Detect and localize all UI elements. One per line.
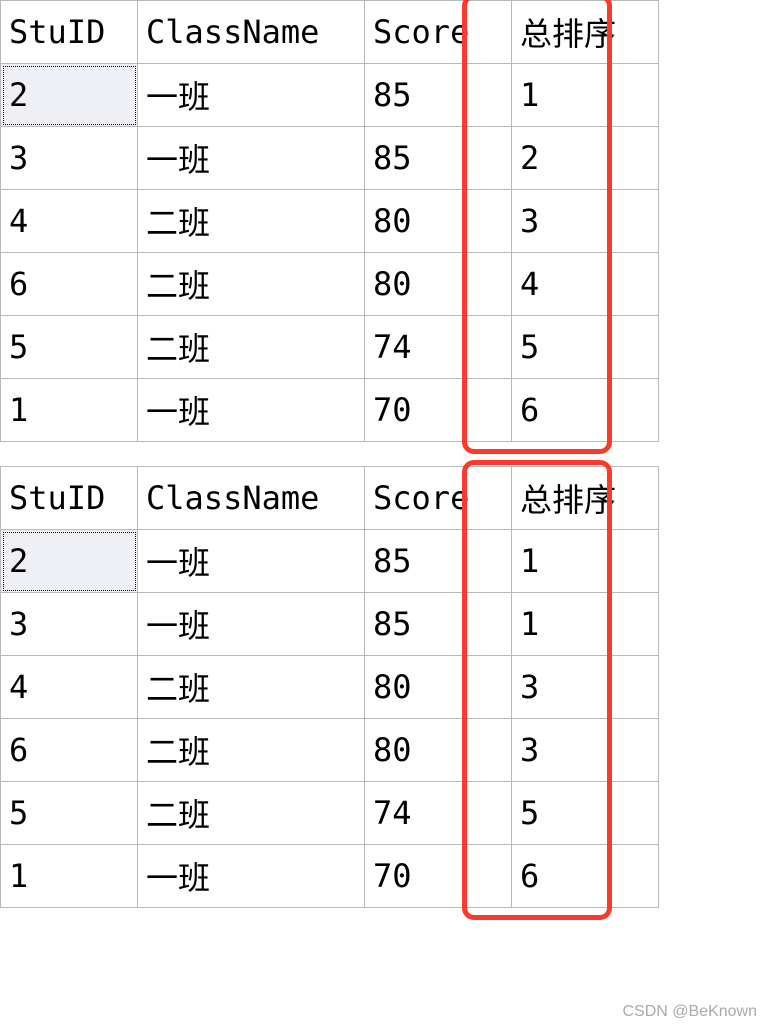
cell-stuid[interactable]: 6 [1, 253, 138, 316]
table-row: 5 二班 74 5 [1, 316, 659, 379]
cell-stuid[interactable]: 3 [1, 127, 138, 190]
cell-score[interactable]: 85 [365, 530, 512, 593]
table-row: 6 二班 80 4 [1, 253, 659, 316]
cell-stuid[interactable]: 4 [1, 656, 138, 719]
header-classname[interactable]: ClassName [138, 467, 365, 530]
cell-score[interactable]: 70 [365, 845, 512, 908]
cell-rank[interactable]: 1 [512, 530, 659, 593]
cell-classname[interactable]: 二班 [138, 656, 365, 719]
cell-classname[interactable]: 一班 [138, 127, 365, 190]
cell-rank[interactable]: 5 [512, 782, 659, 845]
table-row: 4 二班 80 3 [1, 656, 659, 719]
table-row: 5 二班 74 5 [1, 782, 659, 845]
cell-classname[interactable]: 一班 [138, 64, 365, 127]
cell-classname[interactable]: 二班 [138, 719, 365, 782]
cell-rank[interactable]: 1 [512, 593, 659, 656]
table-row: 2 一班 85 1 [1, 64, 659, 127]
cell-stuid[interactable]: 1 [1, 379, 138, 442]
table-row: 4 二班 80 3 [1, 190, 659, 253]
cell-stuid[interactable]: 2 [1, 64, 138, 127]
table-1[interactable]: StuID ClassName Score 总排序 2 一班 85 1 3 一班… [0, 0, 659, 442]
table-2[interactable]: StuID ClassName Score 总排序 2 一班 85 1 3 一班… [0, 466, 659, 908]
cell-score[interactable]: 74 [365, 782, 512, 845]
header-score[interactable]: Score [365, 467, 512, 530]
header-stuid[interactable]: StuID [1, 1, 138, 64]
cell-rank[interactable]: 3 [512, 656, 659, 719]
header-rank[interactable]: 总排序 [512, 1, 659, 64]
cell-stuid[interactable]: 2 [1, 530, 138, 593]
cell-stuid[interactable]: 3 [1, 593, 138, 656]
cell-score[interactable]: 70 [365, 379, 512, 442]
cell-rank[interactable]: 6 [512, 379, 659, 442]
header-stuid[interactable]: StuID [1, 467, 138, 530]
table-row: 1 一班 70 6 [1, 379, 659, 442]
header-classname[interactable]: ClassName [138, 1, 365, 64]
cell-stuid[interactable]: 5 [1, 316, 138, 379]
cell-score[interactable]: 85 [365, 593, 512, 656]
table-row: 3 一班 85 1 [1, 593, 659, 656]
cell-stuid[interactable]: 4 [1, 190, 138, 253]
cell-score[interactable]: 80 [365, 253, 512, 316]
cell-score[interactable]: 85 [365, 64, 512, 127]
cell-classname[interactable]: 二班 [138, 190, 365, 253]
cell-score[interactable]: 80 [365, 719, 512, 782]
cell-rank[interactable]: 4 [512, 253, 659, 316]
cell-rank[interactable]: 5 [512, 316, 659, 379]
table-row: 6 二班 80 3 [1, 719, 659, 782]
table-row: 1 一班 70 6 [1, 845, 659, 908]
cell-score[interactable]: 74 [365, 316, 512, 379]
cell-rank[interactable]: 6 [512, 845, 659, 908]
table-row: 3 一班 85 2 [1, 127, 659, 190]
cell-stuid[interactable]: 5 [1, 782, 138, 845]
cell-classname[interactable]: 二班 [138, 253, 365, 316]
result-grid-1: StuID ClassName Score 总排序 2 一班 85 1 3 一班… [0, 0, 771, 442]
cell-stuid[interactable]: 6 [1, 719, 138, 782]
cell-classname[interactable]: 一班 [138, 530, 365, 593]
cell-rank[interactable]: 2 [512, 127, 659, 190]
cell-classname[interactable]: 一班 [138, 593, 365, 656]
cell-rank[interactable]: 3 [512, 190, 659, 253]
cell-classname[interactable]: 一班 [138, 845, 365, 908]
cell-stuid[interactable]: 1 [1, 845, 138, 908]
header-rank[interactable]: 总排序 [512, 467, 659, 530]
header-score[interactable]: Score [365, 1, 512, 64]
table-row: 2 一班 85 1 [1, 530, 659, 593]
cell-score[interactable]: 80 [365, 656, 512, 719]
cell-rank[interactable]: 3 [512, 719, 659, 782]
header-row: StuID ClassName Score 总排序 [1, 467, 659, 530]
cell-score[interactable]: 85 [365, 127, 512, 190]
cell-classname[interactable]: 二班 [138, 316, 365, 379]
cell-classname[interactable]: 二班 [138, 782, 365, 845]
cell-rank[interactable]: 1 [512, 64, 659, 127]
result-grid-2: StuID ClassName Score 总排序 2 一班 85 1 3 一班… [0, 466, 771, 908]
cell-classname[interactable]: 一班 [138, 379, 365, 442]
header-row: StuID ClassName Score 总排序 [1, 1, 659, 64]
watermark: CSDN @BeKnown [622, 1003, 757, 1021]
cell-score[interactable]: 80 [365, 190, 512, 253]
